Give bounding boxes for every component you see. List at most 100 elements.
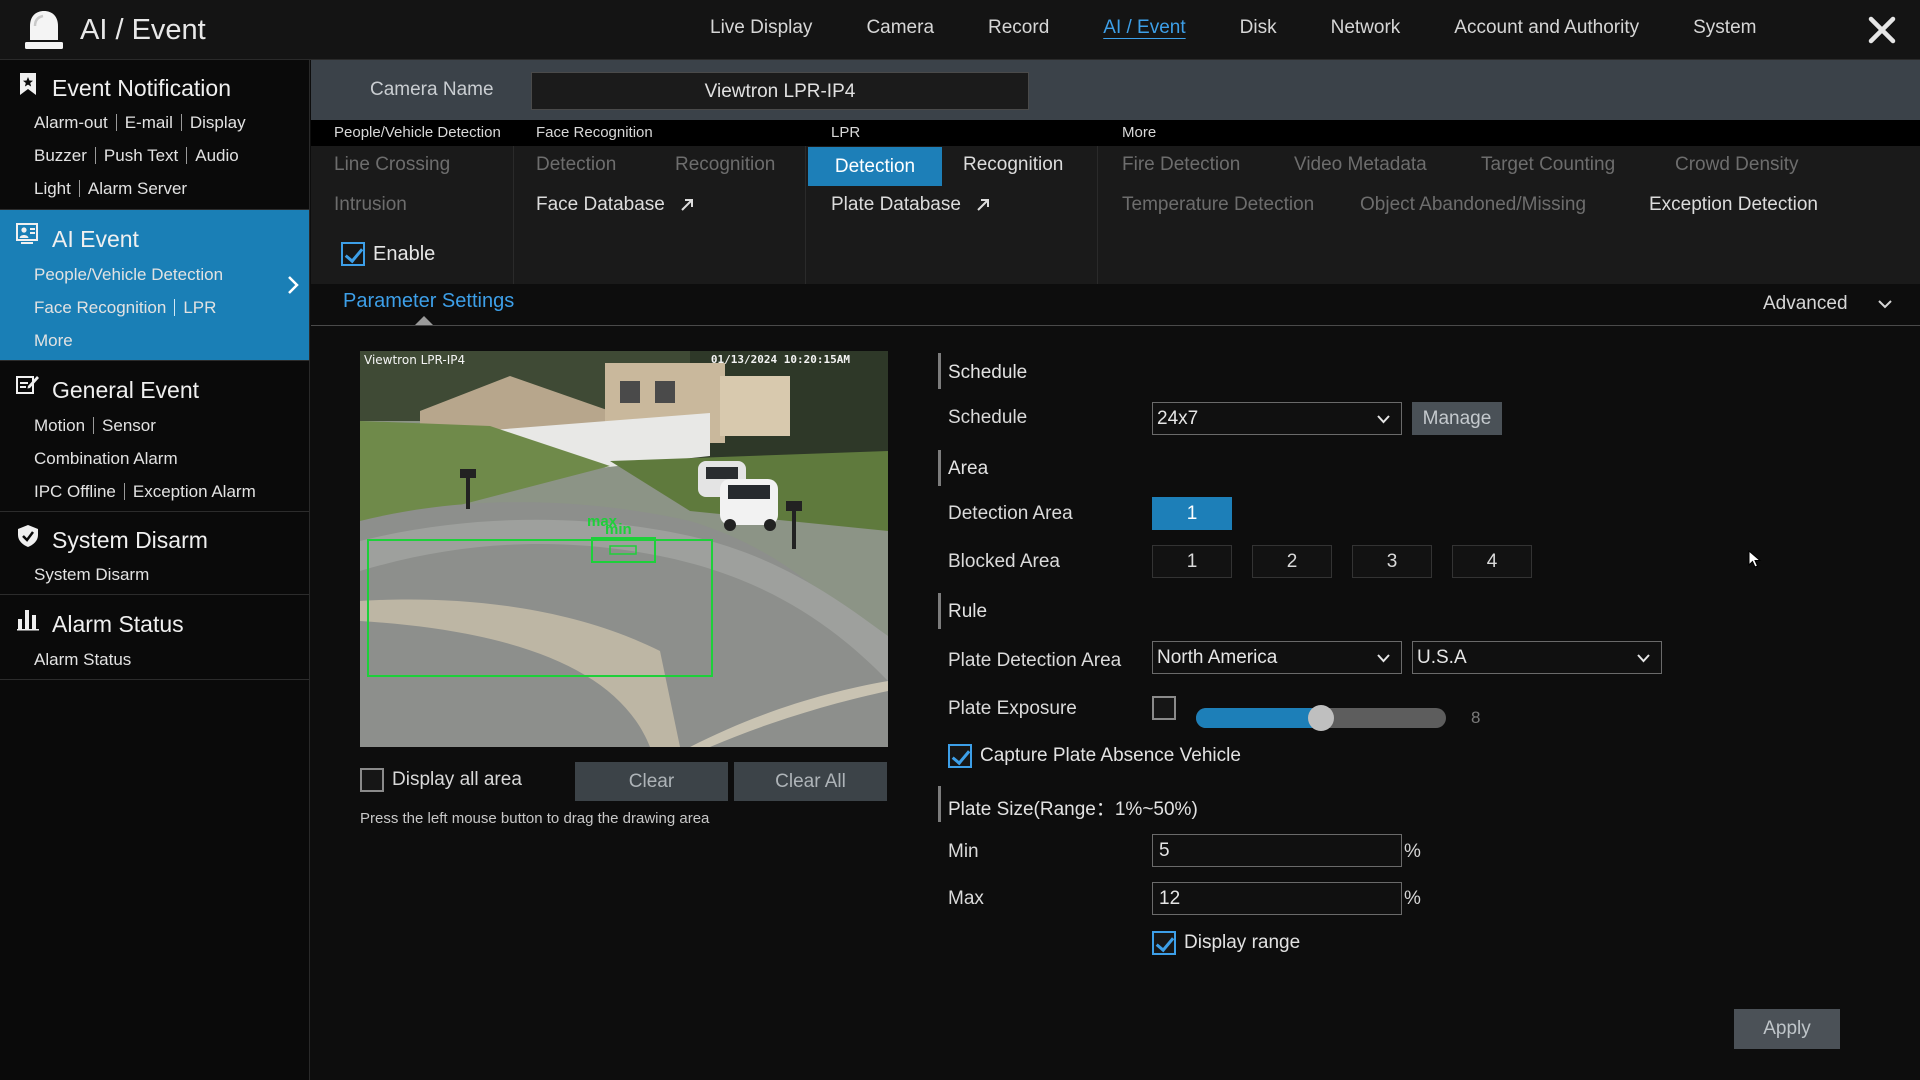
sidebar-link-push-text[interactable]: Push Text	[104, 139, 178, 172]
nav-camera[interactable]: Camera	[866, 0, 934, 60]
sidebar-link-light[interactable]: Light	[34, 172, 71, 205]
tab-face-detection[interactable]: Detection	[536, 154, 616, 176]
sidebar-links: Alarm Status	[34, 643, 131, 676]
tab-face-database[interactable]: Face Database	[536, 194, 694, 216]
sidebar-group-system-disarm: System Disarm System Disarm	[0, 512, 309, 595]
tab-line-crossing[interactable]: Line Crossing	[334, 154, 450, 176]
page-title: AI / Event	[80, 14, 206, 46]
chevron-down-icon[interactable]	[1877, 298, 1893, 310]
blocked-area-1-button[interactable]: 1	[1152, 545, 1232, 578]
sidebar-link-motion[interactable]: Motion	[34, 409, 85, 442]
nav-system[interactable]: System	[1693, 0, 1756, 60]
sidebar-link-lpr[interactable]: LPR	[183, 291, 216, 324]
sidebar-link-more[interactable]: More	[34, 324, 73, 357]
nav-live-display[interactable]: Live Display	[710, 0, 812, 60]
tab-intrusion[interactable]: Intrusion	[334, 194, 407, 216]
nav-ai-event[interactable]: AI / Event	[1103, 0, 1185, 60]
sidebar-link-alarm-out[interactable]: Alarm-out	[34, 106, 108, 139]
max-percent: %	[1404, 888, 1421, 909]
detection-area-1-button[interactable]: 1	[1152, 497, 1232, 530]
alarm-light-icon	[25, 11, 63, 49]
tab-parameter-settings[interactable]: Parameter Settings	[343, 290, 514, 313]
tab-face-recognition[interactable]: Recognition	[675, 154, 775, 176]
external-link-icon	[977, 198, 990, 211]
sidebar-link-people-vehicle[interactable]: People/Vehicle Detection	[34, 258, 223, 291]
country-dropdown[interactable]: U.S.A	[1412, 641, 1662, 674]
main-panel: Camera Name Viewtron LPR-IP4 People/Vehi…	[311, 60, 1920, 1080]
blocked-area-4-button[interactable]: 4	[1452, 545, 1532, 578]
max-input[interactable]: 12	[1152, 882, 1402, 915]
tab-temperature-detection[interactable]: Temperature Detection	[1122, 194, 1314, 216]
min-percent: %	[1404, 841, 1421, 862]
capture-absence-checkbox[interactable]	[948, 744, 972, 768]
sidebar-link-display[interactable]: Display	[190, 106, 246, 139]
close-icon[interactable]	[1864, 12, 1900, 48]
clear-all-button[interactable]: Clear All	[734, 762, 887, 801]
camera-select[interactable]: Viewtron LPR-IP4	[531, 72, 1029, 110]
manage-button[interactable]: Manage	[1412, 402, 1502, 435]
blocked-area-label: Blocked Area	[948, 551, 1060, 572]
sidebar-link-audio[interactable]: Audio	[195, 139, 238, 172]
plate-exposure-label: Plate Exposure	[948, 698, 1077, 719]
enable-checkbox[interactable]	[341, 242, 365, 266]
sidebar-link-exception-alarm[interactable]: Exception Alarm	[133, 475, 256, 508]
nav-account-authority[interactable]: Account and Authority	[1454, 0, 1639, 60]
sidebar-link-face-recognition[interactable]: Face Recognition	[34, 291, 166, 324]
sidebar-links: Motion Sensor Combination Alarm IPC Offl…	[34, 409, 256, 508]
main-nav: Live Display Camera Record AI / Event Di…	[710, 0, 1810, 60]
enable-label: Enable	[373, 242, 436, 265]
nav-disk[interactable]: Disk	[1240, 0, 1277, 60]
chevron-right-icon	[288, 276, 299, 294]
sidebar-links: People/Vehicle Detection Face Recognitio…	[34, 258, 223, 357]
schedule-dropdown[interactable]: 24x7	[1152, 402, 1402, 435]
sidebar-link-alarm-status[interactable]: Alarm Status	[34, 643, 131, 676]
blocked-area-2-button[interactable]: 2	[1252, 545, 1332, 578]
section-marker	[938, 786, 941, 822]
tab-target-counting[interactable]: Target Counting	[1481, 154, 1615, 176]
plate-exposure-checkbox[interactable]	[1152, 696, 1176, 720]
shield-check-icon	[18, 525, 38, 547]
sidebar-title-alarm-status[interactable]: Alarm Status	[52, 611, 184, 638]
subtab-group-more: More Fire Detection Video Metadata Targe…	[1098, 120, 1920, 284]
section-plate-size: Plate Size(Range：1%~50%)	[948, 799, 1198, 820]
tab-lpr-detection[interactable]: Detection	[808, 147, 942, 186]
edit-note-icon	[16, 376, 39, 394]
sidebar-link-sensor[interactable]: Sensor	[102, 409, 156, 442]
sidebar-link-system-disarm[interactable]: System Disarm	[34, 558, 149, 591]
nav-record[interactable]: Record	[988, 0, 1049, 60]
camera-name-label: Camera Name	[370, 79, 494, 100]
separator	[186, 147, 188, 164]
tab-lpr-recognition[interactable]: Recognition	[963, 154, 1063, 176]
tab-video-metadata[interactable]: Video Metadata	[1294, 154, 1427, 176]
bookmark-star-icon	[20, 73, 36, 95]
blocked-area-3-button[interactable]: 3	[1352, 545, 1432, 578]
sidebar-link-combination-alarm[interactable]: Combination Alarm	[34, 442, 178, 475]
min-input[interactable]: 5	[1152, 834, 1402, 867]
subtab-category: LPR	[806, 120, 1098, 146]
camera-preview[interactable]: Viewtron LPR-IP4 01/13/2024 10:20:15AM m…	[360, 351, 888, 747]
sidebar-title-system-disarm[interactable]: System Disarm	[52, 527, 208, 554]
region-dropdown[interactable]: North America	[1152, 641, 1402, 674]
sidebar-link-email[interactable]: E-mail	[125, 106, 173, 139]
clear-button[interactable]: Clear	[575, 762, 728, 801]
tab-crowd-density[interactable]: Crowd Density	[1675, 154, 1799, 176]
sidebar-link-alarm-server[interactable]: Alarm Server	[88, 172, 187, 205]
section-marker	[938, 450, 941, 486]
display-range-checkbox[interactable]	[1152, 931, 1176, 955]
tab-fire-detection[interactable]: Fire Detection	[1122, 154, 1240, 176]
nav-network[interactable]: Network	[1331, 0, 1401, 60]
advanced-toggle[interactable]: Advanced	[1763, 293, 1848, 315]
sidebar-title-ai-event[interactable]: AI Event	[52, 226, 139, 253]
tab-exception-detection[interactable]: Exception Detection	[1649, 194, 1818, 216]
mouse-cursor-icon	[1748, 550, 1762, 568]
apply-button[interactable]: Apply	[1734, 1009, 1840, 1049]
sidebar-title-event-notification[interactable]: Event Notification	[52, 75, 231, 102]
display-all-area-checkbox[interactable]	[360, 768, 384, 792]
preview-camera-name: Viewtron LPR-IP4	[364, 353, 466, 367]
tab-plate-database[interactable]: Plate Database	[831, 194, 990, 216]
tab-object-abandoned-missing[interactable]: Object Abandoned/Missing	[1360, 194, 1586, 216]
sidebar-link-buzzer[interactable]: Buzzer	[34, 139, 87, 172]
sidebar-link-ipc-offline[interactable]: IPC Offline	[34, 475, 116, 508]
slider-thumb[interactable]	[1308, 705, 1334, 731]
sidebar-title-general-event[interactable]: General Event	[52, 377, 199, 404]
